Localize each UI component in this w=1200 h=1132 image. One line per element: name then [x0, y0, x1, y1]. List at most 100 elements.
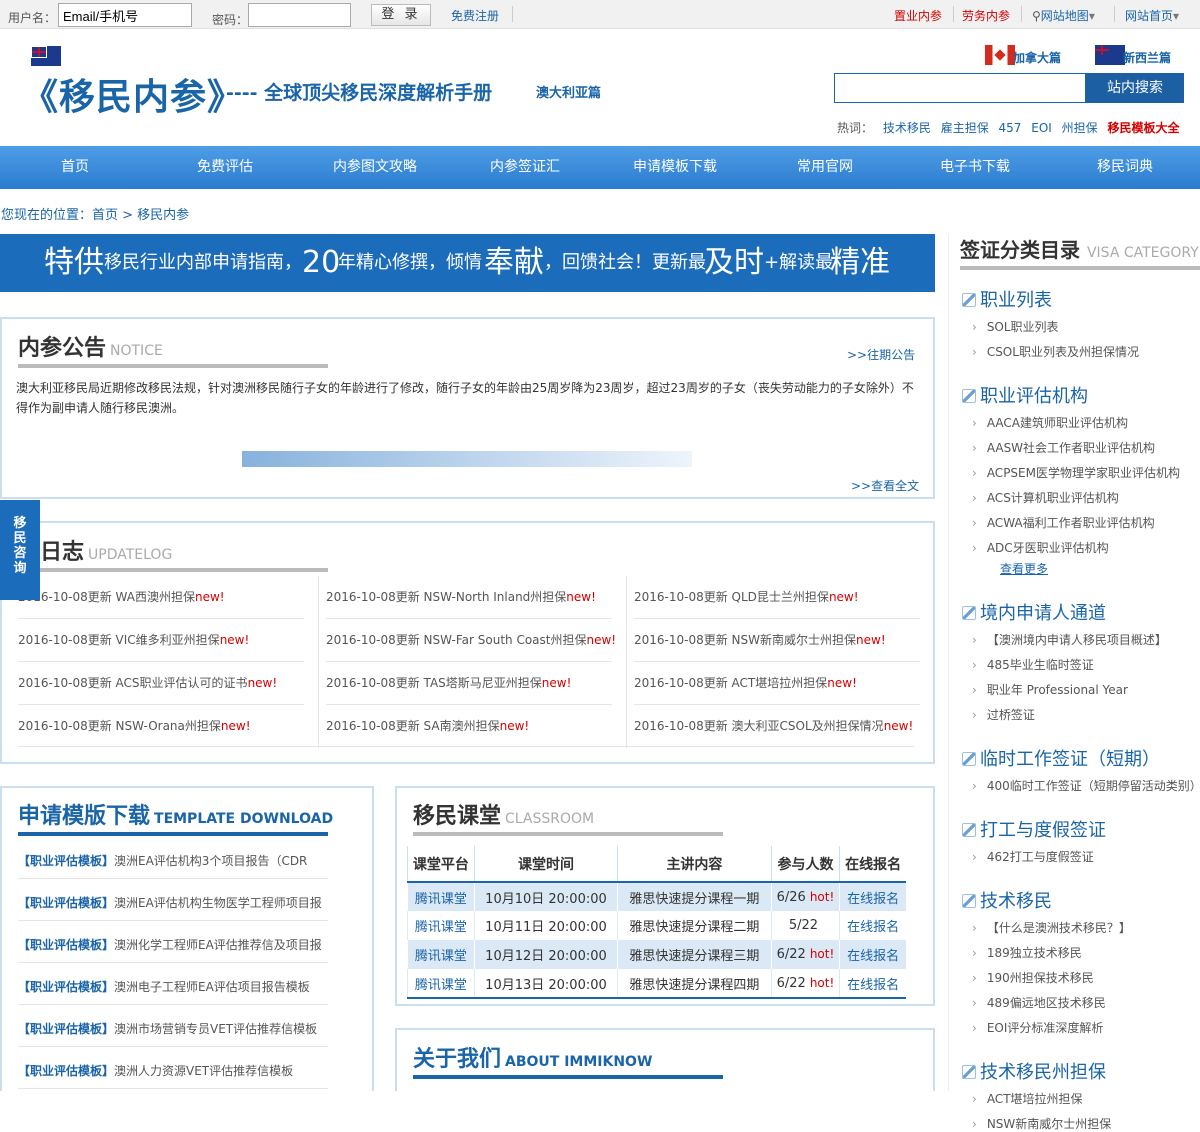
login-button[interactable]: 登 录 — [371, 4, 431, 26]
hot-keyword[interactable]: 雇主担保 — [941, 121, 989, 135]
updatelog-text: 2016-10-08更新 WA西澳州担保 — [18, 590, 195, 604]
updatelog-item[interactable]: 2016-10-08更新 NSW-Far South Coast州担保new! — [326, 631, 616, 648]
platform-link[interactable]: 腾讯课堂 — [407, 882, 475, 911]
category-heading[interactable]: 职业评估机构 — [962, 382, 1088, 408]
category-link[interactable]: 190州担保技术移民 — [972, 969, 1094, 986]
site-home-link[interactable]: 网站首页▾ — [1125, 7, 1179, 24]
category-link[interactable]: ACS计算机职业评估机构 — [972, 489, 1119, 506]
category-link[interactable]: ADC牙医职业评估机构 — [972, 539, 1109, 556]
hot-keyword[interactable]: 457 — [999, 121, 1022, 135]
updatelog-item[interactable]: 2016-10-08更新 澳大利亚CSOL及州担保情况new! — [634, 717, 913, 734]
category-link[interactable]: EOI评分标准深度解析 — [972, 1019, 1104, 1036]
signup-link[interactable]: 在线报名 — [839, 911, 906, 940]
col-platform: 课堂平台 — [407, 846, 475, 883]
category-link[interactable]: NSW新南威尔士州担保 — [972, 1115, 1111, 1132]
updatelog-item[interactable]: 2016-10-08更新 SA南澳州担保new! — [326, 717, 529, 734]
category-link[interactable]: ACWA福利工作者职业评估机构 — [972, 514, 1155, 531]
canada-flag-icon[interactable] — [985, 45, 1015, 65]
category-link[interactable]: 189独立技术移民 — [972, 944, 1082, 961]
nav-item-guides[interactable]: 内参图文攻略 — [300, 146, 450, 189]
laowu-link[interactable]: 劳务内参 — [962, 7, 1010, 24]
nav-item-assessment[interactable]: 免费评估 — [150, 146, 300, 189]
register-link[interactable]: 免费注册 — [451, 7, 499, 24]
category-link[interactable]: ACPSEM医学物理学家职业评估机构 — [972, 464, 1180, 481]
template-item[interactable]: 【职业评估模板】澳洲EA评估机构生物医学工程师项目报 — [18, 894, 328, 911]
new-zealand-edition-link[interactable]: 新西兰篇 — [1123, 49, 1171, 66]
category-heading[interactable]: 技术移民州担保 — [962, 1058, 1106, 1084]
password-input[interactable] — [248, 3, 351, 27]
divider — [18, 746, 914, 747]
category-heading[interactable]: 打工与度假签证 — [962, 816, 1106, 842]
category-link[interactable]: CSOL职业列表及州担保情况 — [972, 343, 1139, 360]
consult-float-button[interactable]: 移民咨询 — [0, 500, 40, 600]
hot-keyword[interactable]: EOI — [1031, 121, 1052, 135]
category-heading[interactable]: 技术移民 — [962, 887, 1052, 913]
category-link[interactable]: 【什么是澳洲技术移民？】 — [972, 919, 1131, 936]
template-item[interactable]: 【职业评估模板】澳洲市场营销专员VET评估推荐信模板 — [18, 1020, 328, 1037]
updatelog-item[interactable]: 2016-10-08更新 VIC维多利亚州担保new! — [18, 631, 249, 648]
location-pin-icon: ⚲ — [1032, 9, 1041, 23]
chevron-down-icon: ▾ — [1173, 9, 1180, 23]
template-item[interactable]: 【职业评估模板】澳洲EA评估机构3个项目报告（CDR — [18, 852, 328, 869]
category-link[interactable]: 489偏远地区技术移民 — [972, 994, 1106, 1011]
hot-keyword[interactable]: 州担保 — [1062, 121, 1098, 135]
template-item[interactable]: 【职业评估模板】澳洲化学工程师EA评估推荐信及项目报 — [18, 936, 328, 953]
category-link[interactable]: 462打工与度假签证 — [972, 848, 1094, 865]
nav-item-ebooks[interactable]: 电子书下载 — [900, 146, 1050, 189]
updatelog-item[interactable]: 2016-10-08更新 NSW-Orana州担保new! — [18, 717, 251, 734]
category-heading[interactable]: 职业列表 — [962, 286, 1052, 312]
updatelog-item[interactable]: 2016-10-08更新 TAS塔斯马尼亚州担保new! — [326, 674, 571, 691]
platform-link[interactable]: 腾讯课堂 — [407, 940, 475, 969]
updatelog-item[interactable]: 2016-10-08更新 WA西澳州担保new! — [18, 588, 225, 605]
category-heading[interactable]: 境内申请人通道 — [962, 599, 1106, 625]
category-link[interactable]: 职业年 Professional Year — [972, 681, 1128, 698]
signup-link[interactable]: 在线报名 — [839, 969, 906, 999]
divider — [18, 920, 328, 921]
count-value: 6/26 — [776, 889, 806, 905]
pencil-icon — [962, 823, 976, 837]
site-search-button[interactable]: 站内搜索 — [1086, 73, 1184, 103]
template-item[interactable]: 【职业评估模板】澳洲电子工程师EA评估项目报告模板 — [18, 978, 328, 995]
nav-item-dictionary[interactable]: 移民词典 — [1050, 146, 1200, 189]
updatelog-item[interactable]: 2016-10-08更新 NSW-North Inland州担保new! — [326, 588, 596, 605]
class-topic: 雅思快速提分课程四期 — [617, 969, 772, 999]
updatelog-item[interactable]: 2016-10-08更新 NSW新南威尔士州担保new! — [634, 631, 886, 648]
nav-item-home[interactable]: 首页 — [0, 146, 150, 189]
nav-item-templates[interactable]: 申请模板下载 — [600, 146, 750, 189]
category-link[interactable]: AACA建筑师职业评估机构 — [972, 414, 1128, 431]
nav-item-official-sites[interactable]: 常用官网 — [750, 146, 900, 189]
view-more-link[interactable]: 查看更多 — [990, 560, 1048, 577]
category-link[interactable]: 【澳洲境内申请人移民项目概述】 — [972, 631, 1167, 648]
signup-link[interactable]: 在线报名 — [839, 940, 906, 969]
category-link[interactable]: 485毕业生临时签证 — [972, 656, 1094, 673]
view-full-link[interactable]: >>查看全文 — [851, 477, 919, 494]
sitemap-link[interactable]: ⚲网站地图▾ — [1032, 7, 1095, 24]
signup-link[interactable]: 在线报名 — [839, 882, 906, 911]
new-zealand-flag-icon[interactable] — [1095, 45, 1125, 65]
category-link[interactable]: 400临时工作签证（短期停留活动类别） — [972, 777, 1200, 794]
new-badge: new! — [827, 676, 857, 690]
nav-item-visas[interactable]: 内参签证汇 — [450, 146, 600, 189]
category-link[interactable]: SOL职业列表 — [972, 318, 1059, 335]
divider — [18, 1004, 328, 1005]
updatelog-item[interactable]: 2016-10-08更新 QLD昆士兰州担保new! — [634, 588, 859, 605]
updatelog-item[interactable]: 2016-10-08更新 ACS职业评估认可的证书new! — [18, 674, 277, 691]
password-label: 密码： — [212, 13, 249, 27]
hot-badge: hot! — [809, 947, 835, 961]
site-search-input[interactable] — [834, 73, 1086, 103]
updatelog-item[interactable]: 2016-10-08更新 ACT堪培拉州担保new! — [634, 674, 857, 691]
canada-edition-link[interactable]: 加拿大篇 — [1013, 49, 1061, 66]
past-notices-link[interactable]: >>往期公告 — [847, 346, 915, 363]
hot-keyword[interactable]: 技术移民 — [883, 121, 931, 135]
template-item[interactable]: 【职业评估模板】澳洲人力资源VET评估推荐信模板 — [18, 1062, 328, 1079]
category-heading[interactable]: 临时工作签证（短期） — [962, 745, 1160, 771]
category-link[interactable]: 过桥签证 — [972, 706, 1035, 723]
category-link[interactable]: AASW社会工作者职业评估机构 — [972, 439, 1155, 456]
zhiye-link[interactable]: 置业内参 — [894, 7, 942, 24]
hot-keyword-red[interactable]: 移民模板大全 — [1108, 121, 1180, 135]
platform-link[interactable]: 腾讯课堂 — [407, 911, 475, 940]
site-logo[interactable]: 《移民内参》 — [22, 68, 244, 120]
platform-link[interactable]: 腾讯课堂 — [407, 969, 475, 999]
username-input[interactable] — [58, 3, 192, 27]
category-link[interactable]: ACT堪培拉州担保 — [972, 1090, 1083, 1107]
